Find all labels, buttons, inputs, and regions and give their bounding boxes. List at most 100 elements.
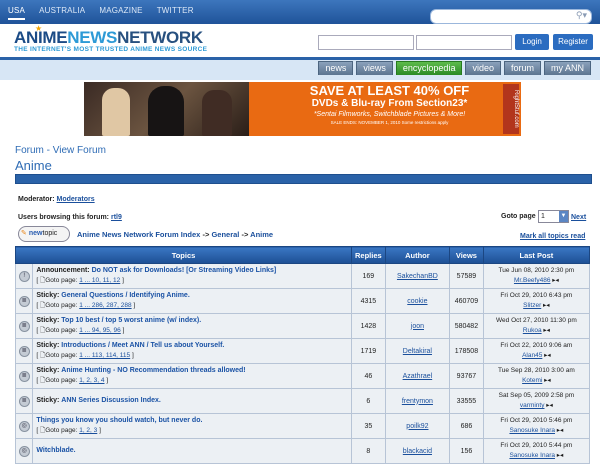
last-post-user-link[interactable]: Kotemi bbox=[522, 377, 542, 384]
topic-title-link[interactable]: Anime Hunting - NO Recommendation thread… bbox=[61, 367, 245, 374]
last-post-user-link[interactable]: Alan45 bbox=[522, 352, 542, 359]
breadcrumb-general[interactable]: General bbox=[211, 230, 239, 239]
col-views: Views bbox=[449, 246, 484, 264]
topic-page-links[interactable]: 1, 2, 3, 4 bbox=[79, 377, 104, 384]
ad-banner[interactable]: SAVE AT LEAST 40% OFF DVDs & Blu-ray Fro… bbox=[84, 82, 521, 136]
topic-pages: [ 🗋Goto page: 1, 2, 3 ] bbox=[36, 427, 101, 434]
col-last-post: Last Post bbox=[482, 246, 591, 264]
topic-cell: Sticky: Introductions / Meet ANN / Tell … bbox=[32, 338, 353, 364]
last-post-user-link[interactable]: varminty bbox=[520, 402, 545, 409]
author-link[interactable]: blackacid bbox=[403, 448, 432, 455]
tab-forum[interactable]: forum bbox=[503, 61, 541, 75]
author-link[interactable]: cookie bbox=[407, 298, 427, 305]
author-link[interactable]: poilk92 bbox=[406, 423, 428, 430]
goto-page-label: Goto page bbox=[501, 213, 536, 220]
replies-cell: 8 bbox=[351, 438, 386, 464]
next-page-link[interactable]: Next bbox=[571, 214, 586, 221]
nav-australia[interactable]: AUSTRALIA bbox=[39, 6, 85, 20]
author-link[interactable]: SakechanBD bbox=[397, 273, 438, 280]
moderators-link[interactable]: Moderators bbox=[57, 196, 95, 203]
topic-status-cell: ◎ bbox=[14, 438, 34, 464]
topic-title-link[interactable]: Things you know you should watch, but ne… bbox=[36, 417, 202, 424]
topic-status-cell: ≣ bbox=[14, 313, 34, 339]
last-post-cell: Tue Sep 28, 2010 3:00 am Kotemi ▸◂ bbox=[482, 363, 591, 389]
topic-status-cell: ≣ bbox=[14, 388, 34, 414]
view-latest-post-icon[interactable]: ▸◂ bbox=[546, 402, 553, 409]
author-link[interactable]: Deltakiral bbox=[403, 348, 432, 355]
table-row: ! Announcement: Do NOT ask for Downloads!… bbox=[14, 263, 591, 289]
nav-magazine[interactable]: MAGAZINE bbox=[99, 6, 142, 20]
tab-views[interactable]: views bbox=[356, 61, 393, 75]
topic-page-links[interactable]: 1 ... 286, 287, 288 bbox=[79, 302, 131, 309]
topic-cell: Things you know you should watch, but ne… bbox=[32, 413, 353, 439]
replies-cell: 6 bbox=[351, 388, 386, 414]
views-cell: 57589 bbox=[449, 263, 484, 289]
site-logo[interactable]: ANIMENEWSNETWORK bbox=[14, 28, 203, 48]
topic-cell: Announcement: Do NOT ask for Downloads! … bbox=[32, 263, 353, 289]
topic-page-links[interactable]: 1 ... 113, 114, 115 bbox=[79, 352, 130, 359]
nav-usa[interactable]: USA bbox=[8, 6, 26, 20]
login-button[interactable]: Login bbox=[515, 34, 549, 50]
goto-page-select[interactable]: 1 ▼ bbox=[538, 210, 569, 223]
search-input[interactable]: ⚲▾ bbox=[430, 9, 592, 24]
topic-prefix: Sticky: bbox=[36, 367, 60, 374]
author-link[interactable]: Azathrael bbox=[403, 373, 433, 380]
register-button[interactable]: Register bbox=[553, 34, 593, 50]
tab-my-ann[interactable]: my ANN bbox=[543, 61, 591, 75]
password-field[interactable] bbox=[416, 35, 512, 50]
search-icon[interactable]: ⚲▾ bbox=[576, 10, 587, 21]
banner-figure bbox=[148, 86, 184, 136]
last-post-cell: Fri Oct 29, 2010 5:46 pm Sanosuke Inara ▸… bbox=[482, 413, 591, 439]
author-link[interactable]: joon bbox=[411, 323, 424, 330]
last-post-user-link[interactable]: Slitzer bbox=[523, 302, 541, 309]
topic-page-links[interactable]: 1 ... 94, 95, 96 bbox=[79, 327, 121, 334]
view-latest-post-icon[interactable]: ▸◂ bbox=[543, 327, 550, 334]
author-cell: blackacid bbox=[384, 438, 451, 464]
topic-pages: [ 🗋Goto page: 1 ... 10, 11, 12 ] bbox=[36, 277, 124, 284]
topic-page-links[interactable]: 1, 2, 3 bbox=[79, 427, 97, 434]
topic-pages: [ 🗋Goto page: 1 ... 286, 287, 288 ] bbox=[36, 302, 136, 309]
topic-title-link[interactable]: ANN Series Discussion Index. bbox=[61, 397, 161, 404]
nav-twitter[interactable]: TWITTER bbox=[157, 6, 194, 20]
breadcrumb-index[interactable]: Anime News Network Forum Index bbox=[77, 230, 200, 239]
tab-video[interactable]: video bbox=[465, 61, 501, 75]
view-latest-post-icon[interactable]: ▸◂ bbox=[543, 302, 550, 309]
username-field[interactable] bbox=[318, 35, 414, 50]
tab-encyclopedia[interactable]: encyclopedia bbox=[395, 61, 463, 75]
last-post-date: Fri Oct 29, 2010 6:43 pm bbox=[500, 292, 573, 299]
topic-page-links[interactable]: 1 ... 10, 11, 12 bbox=[79, 277, 120, 284]
mark-all-read-link[interactable]: Mark all topics read bbox=[520, 233, 585, 240]
last-post-cell: Fri Oct 29, 2010 5:44 pm Sanosuke Inara ▸… bbox=[482, 438, 591, 464]
author-link[interactable]: frentymon bbox=[402, 398, 433, 405]
views-cell: 156 bbox=[449, 438, 484, 464]
last-post-user-link[interactable]: Sanosuke Inara bbox=[509, 427, 555, 434]
last-post-user-link[interactable]: Sanosuke Inara bbox=[509, 452, 555, 459]
new-topic-button[interactable]: ✎ newtopic bbox=[18, 226, 70, 242]
browsing-user-link[interactable]: rtl9 bbox=[111, 214, 122, 221]
top-bar: USA AUSTRALIA MAGAZINE TWITTER ⚲▾ bbox=[0, 0, 600, 24]
replies-cell: 46 bbox=[351, 363, 386, 389]
topic-title-link[interactable]: Witchblade. bbox=[36, 447, 75, 454]
topic-title-link[interactable]: Do NOT ask for Downloads! [Or Streaming … bbox=[92, 267, 277, 274]
views-cell: 93767 bbox=[449, 363, 484, 389]
view-latest-post-icon[interactable]: ▸◂ bbox=[552, 277, 559, 284]
view-latest-post-icon[interactable]: ▸◂ bbox=[557, 452, 564, 459]
view-latest-post-icon[interactable]: ▸◂ bbox=[557, 427, 564, 434]
view-latest-post-icon[interactable]: ▸◂ bbox=[544, 377, 551, 384]
topic-status-icon: ≣ bbox=[18, 345, 30, 357]
last-post-cell: Tue Jun 08, 2010 2:30 pm Mr.Beefy486 ▸◂ bbox=[482, 263, 591, 289]
topic-title-link[interactable]: Introductions / Meet ANN / Tell us about… bbox=[61, 342, 224, 349]
last-post-user-link[interactable]: Rukoa bbox=[523, 327, 542, 334]
topic-status-icon: ≣ bbox=[18, 395, 30, 407]
topic-title-link[interactable]: General Questions / Identifying Anime. bbox=[61, 292, 190, 299]
topic-title-link[interactable]: Top 10 best / top 5 worst anime (w/ inde… bbox=[61, 317, 201, 324]
topic-status-icon: ≣ bbox=[18, 370, 30, 382]
view-latest-post-icon[interactable]: ▸◂ bbox=[544, 352, 551, 359]
last-post-user-link[interactable]: Mr.Beefy486 bbox=[514, 277, 551, 284]
topic-prefix: Sticky: bbox=[36, 292, 60, 299]
breadcrumb-anime[interactable]: Anime bbox=[250, 230, 273, 239]
tab-news[interactable]: news bbox=[318, 61, 354, 75]
topic-status-cell: ◎ bbox=[14, 413, 34, 439]
topic-pages: [ 🗋Goto page: 1 ... 113, 114, 115 ] bbox=[36, 352, 134, 359]
author-cell: poilk92 bbox=[384, 413, 451, 439]
